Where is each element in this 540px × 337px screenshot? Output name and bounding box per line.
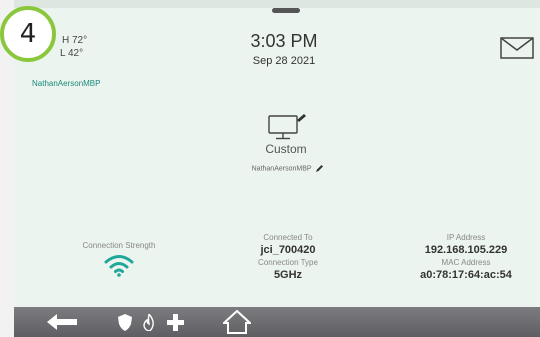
connection-strength: Connection Strength [64,240,174,251]
clock-time: 3:03 PM [250,31,318,51]
fire-button[interactable] [138,307,160,337]
connection-type-value: 5GHz [273,269,303,281]
back-arrow-icon [47,314,77,330]
device-type-label: Custom [265,142,307,156]
mail-icon[interactable] [500,37,534,59]
step-number: 4 [19,19,37,49]
network-info: IP Address 192.168.105.229 MAC Address a… [396,232,536,282]
wifi-icon [104,255,134,277]
thermostat-screen: H 72° L 42° NathanAersonMBP 3:03 PM Sep … [14,0,540,337]
medical-button[interactable] [162,307,188,337]
ip-address-label: IP Address [446,233,486,242]
connection-type-label: Connection Type [258,258,318,267]
bottom-navbar [14,307,540,337]
step-number-badge: 4 [0,6,56,62]
mac-address-value: a0:78:17:64:ac:54 [420,269,512,281]
weather-high: H 72° [62,35,88,46]
medical-cross-icon [166,313,184,331]
device-name: NathanAersonMBP [251,165,312,173]
connected-to-value: jci_700420 [260,244,316,256]
clock: 3:03 PM Sep 28 2021 [224,30,344,68]
connection-strength-label: Connection Strength [82,241,156,250]
device-top-label: NathanAersonMBP [32,79,101,88]
home-icon [223,310,251,334]
shield-icon [118,313,132,331]
fire-icon [143,313,154,331]
ip-address-value: 192.168.105.229 [424,244,508,256]
home-button[interactable] [220,307,254,337]
back-button[interactable] [44,307,80,337]
weather-low: L 42° [60,48,84,59]
monitor-icon[interactable] [267,114,307,142]
clock-date: Sep 28 2021 [252,55,316,67]
mac-address-label: MAC Address [441,258,491,267]
connection-info: Connected To jci_700420 Connection Type … [228,232,348,282]
pull-down-handle[interactable] [272,8,300,13]
connected-to-label: Connected To [263,233,313,242]
security-button[interactable] [114,307,136,337]
device-name-row[interactable]: NathanAersonMBP [228,164,348,173]
top-bar [14,0,540,8]
edit-pencil-icon[interactable] [315,164,324,173]
